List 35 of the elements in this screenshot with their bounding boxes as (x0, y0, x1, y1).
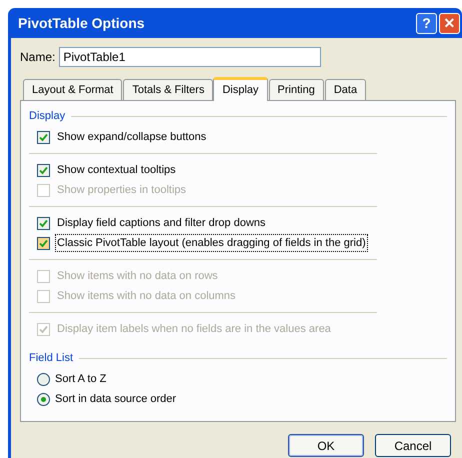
radio-label: Sort in data source order (55, 392, 176, 407)
checkbox[interactable] (37, 130, 50, 144)
checkbox-label: Show items with no data on rows (56, 268, 219, 284)
checkbox[interactable] (37, 164, 50, 176)
tab[interactable]: Printing (268, 79, 324, 100)
tab[interactable]: Display (213, 77, 268, 101)
name-label: Name: (20, 49, 56, 66)
name-field[interactable]: PivotTable1 (59, 47, 322, 67)
radio-label: Sort A to Z (55, 372, 106, 387)
section-heading: Display (29, 108, 66, 124)
checkbox[interactable] (37, 216, 50, 230)
check-icon (39, 238, 48, 248)
tab[interactable]: Totals & Filters (123, 79, 214, 100)
close-button[interactable]: ✕ (439, 12, 460, 34)
section-heading: Field List (29, 350, 74, 366)
radio-button[interactable] (37, 392, 50, 406)
window-title: PivotTable Options (18, 14, 145, 33)
check-icon (39, 166, 48, 174)
tab[interactable]: Layout & Format (23, 79, 122, 100)
checkbox-label: Show properties in tooltips (56, 182, 188, 198)
help-button[interactable]: ? (416, 12, 437, 34)
checkbox-label: Display field captions and filter drop downs (56, 216, 267, 231)
checkbox-label: Show contextual tooltips (56, 162, 177, 178)
checkbox-label: Classic PivotTable layout (enables dragging of fields in the grid) (55, 234, 368, 252)
dialog-button[interactable]: Cancel (375, 434, 451, 457)
checkbox[interactable] (37, 236, 50, 250)
tab[interactable]: Data (324, 79, 366, 100)
radio-button[interactable] (37, 372, 50, 386)
check-icon (39, 132, 48, 142)
checkbox-label: Show items with no data on columns (56, 288, 237, 304)
check-icon (39, 218, 48, 228)
checkbox-label: Show expand/collapse buttons (56, 130, 208, 145)
check-icon (39, 324, 48, 334)
dialog-button[interactable]: OK (288, 434, 364, 457)
checkbox-label: Display item labels when no fields are in the values area (56, 322, 332, 337)
